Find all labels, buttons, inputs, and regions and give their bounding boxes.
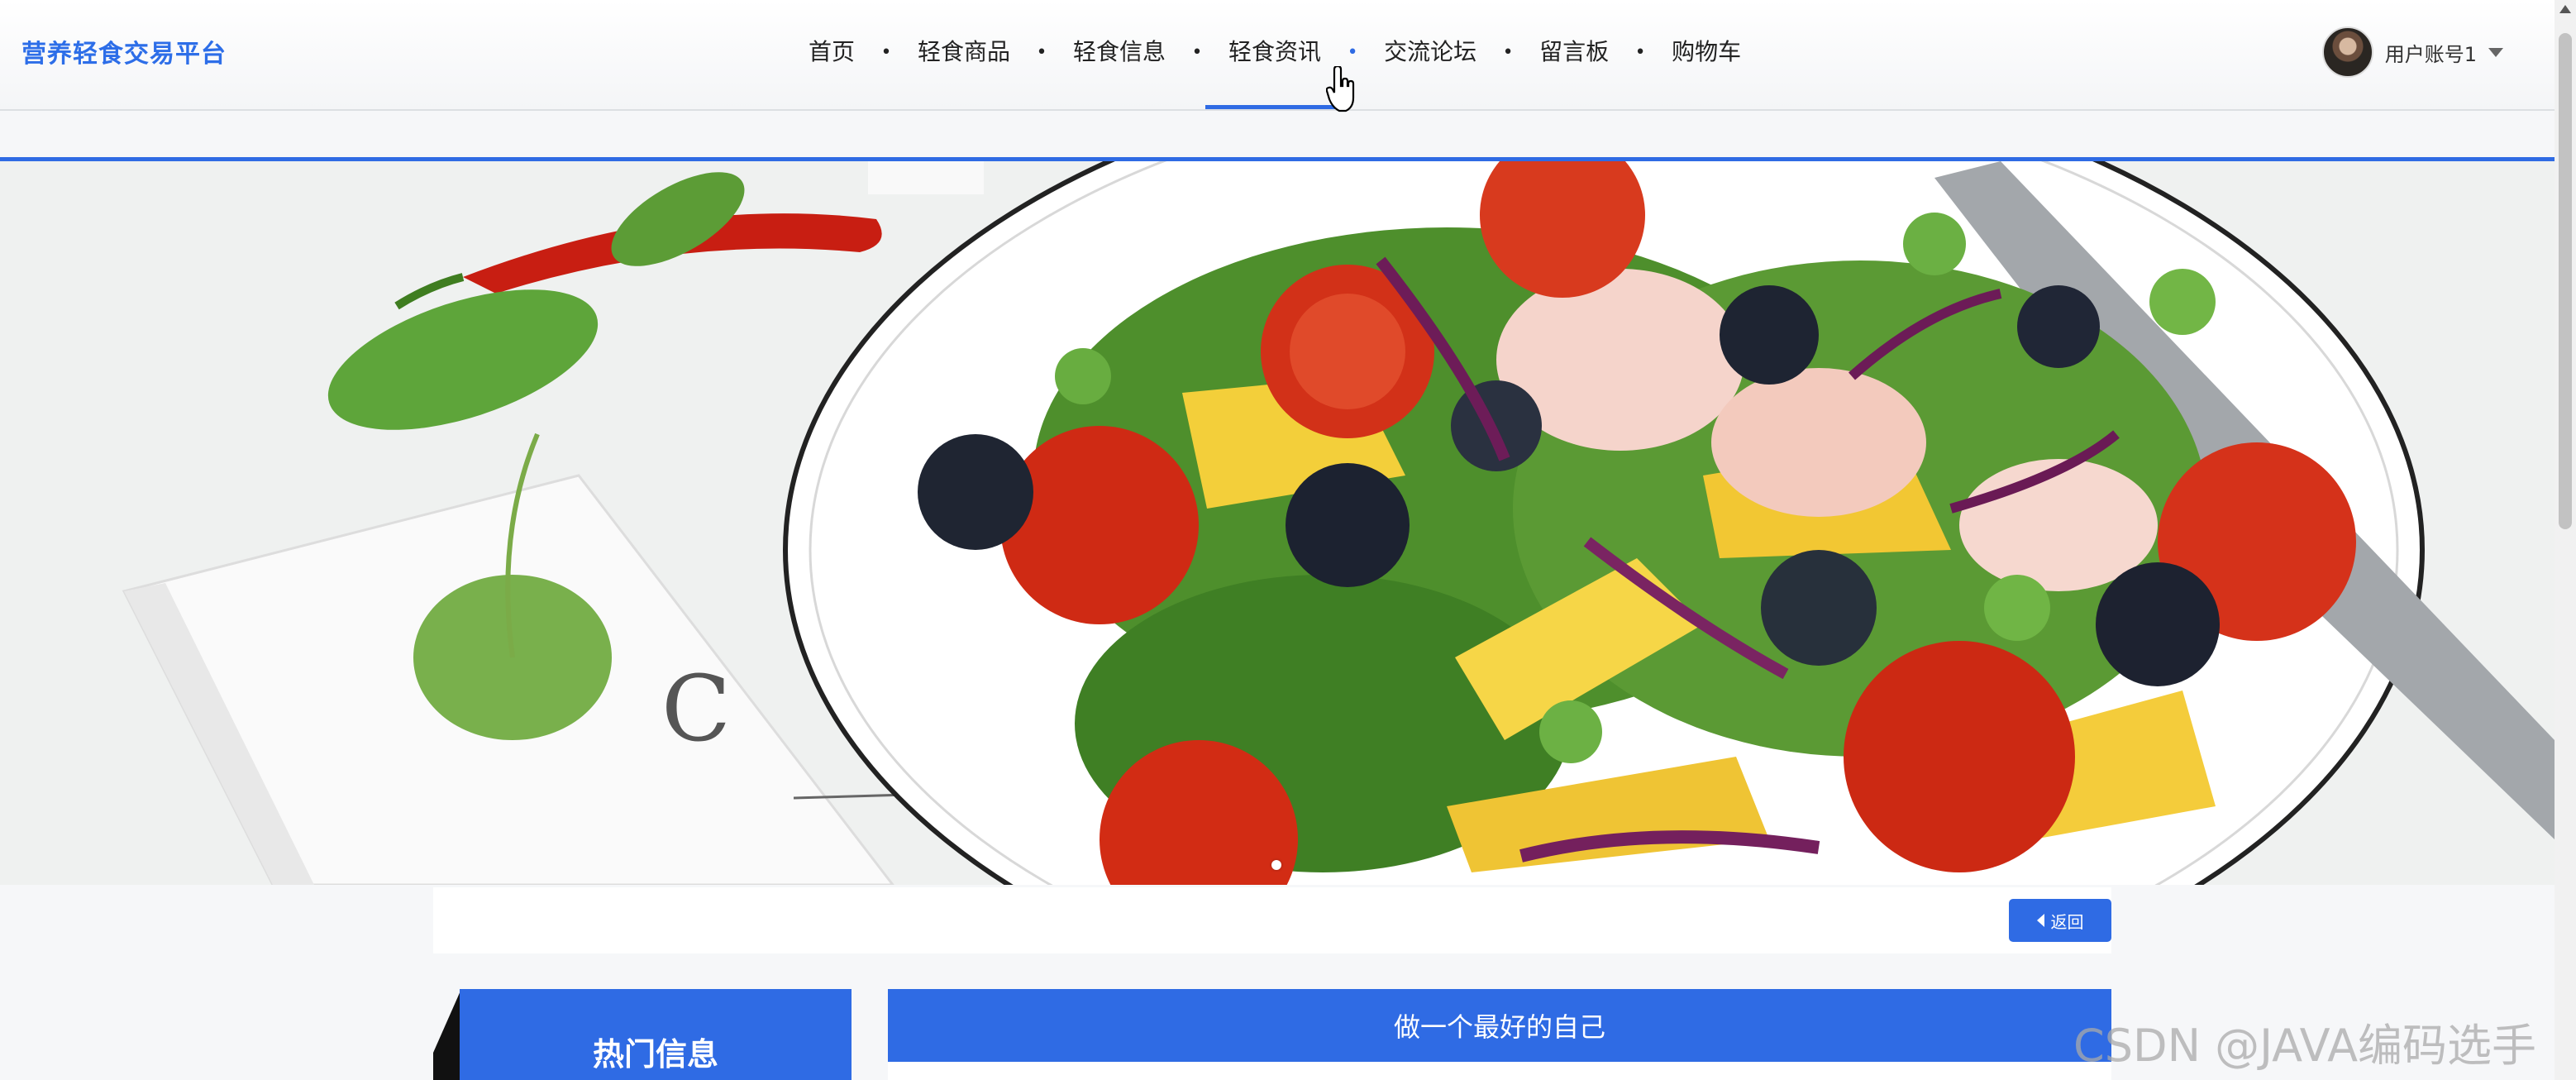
nav-separator: • <box>1036 41 1047 63</box>
hot-info-corner-decoration <box>433 989 461 1080</box>
breadcrumb-bar: 返回 <box>433 887 2111 953</box>
article-body <box>888 1062 2111 1080</box>
hero-banner[interactable]: C <box>0 161 2555 885</box>
nav-news[interactable]: 轻食资讯 <box>1205 30 1345 109</box>
nav-separator: • <box>1347 41 1358 63</box>
page-scrollbar[interactable] <box>2555 0 2576 1080</box>
nav-forum[interactable]: 交流论坛 <box>1361 30 1500 74</box>
user-avatar-icon[interactable] <box>2321 26 2373 78</box>
svg-text:C: C <box>661 656 731 762</box>
salad-banner-image: C <box>0 161 2555 885</box>
nav-separator: • <box>1191 41 1203 63</box>
hot-info-header: 热门信息 <box>460 989 852 1080</box>
carousel-indicator[interactable] <box>1271 860 1281 870</box>
scroll-up-arrow-icon[interactable] <box>2559 5 2571 13</box>
user-name[interactable]: 用户账号1 <box>2385 38 2477 67</box>
back-button-label: 返回 <box>2050 911 2084 932</box>
watermark: CSDN @JAVA编码选手 <box>2073 1020 2537 1072</box>
nav-separator: • <box>880 41 892 63</box>
user-menu[interactable]: 用户账号1 <box>2321 26 2503 78</box>
nav-separator: • <box>1634 41 1646 63</box>
top-header: 营养轻食交易平台 首页 • 轻食商品 • 轻食信息 • 轻食资讯 • 交流论坛 … <box>0 0 2555 111</box>
back-button[interactable]: 返回 <box>2009 899 2111 942</box>
scroll-thumb[interactable] <box>2559 33 2572 529</box>
hot-info-title: 热门信息 <box>592 1036 718 1073</box>
hot-info-panel: 热门信息 <box>433 989 852 1080</box>
nav-info[interactable]: 轻食信息 <box>1050 30 1189 74</box>
nav-products[interactable]: 轻食商品 <box>894 30 1033 74</box>
article-header: 做一个最好的自己 <box>888 989 2111 1062</box>
main-nav: 首页 • 轻食商品 • 轻食信息 • 轻食资讯 • 交流论坛 • 留言板 • 购… <box>785 30 1764 109</box>
nav-cart[interactable]: 购物车 <box>1648 30 1764 74</box>
nav-separator: • <box>1502 41 1514 63</box>
nav-message-board[interactable]: 留言板 <box>1516 30 1632 74</box>
article-title: 做一个最好的自己 <box>1393 1011 1605 1043</box>
nav-home[interactable]: 首页 <box>785 30 878 74</box>
caret-left-icon <box>2036 914 2044 927</box>
hand-cursor-icon <box>1326 66 1355 112</box>
chevron-down-icon[interactable] <box>2488 47 2503 57</box>
site-brand[interactable]: 营养轻食交易平台 <box>21 33 227 69</box>
